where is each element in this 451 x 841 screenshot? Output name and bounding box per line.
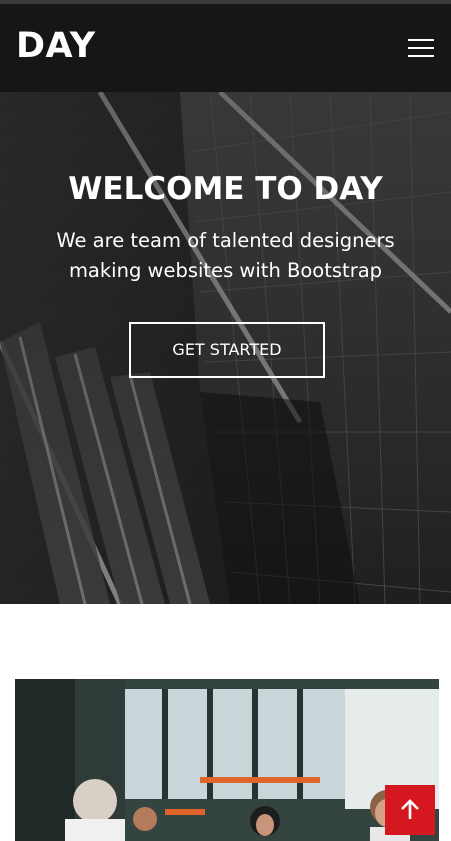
get-started-button[interactable]: GET STARTED	[129, 322, 325, 378]
site-header: DAY	[0, 4, 451, 92]
hero-title: WELCOME TO DAY	[68, 171, 383, 207]
back-to-top-button[interactable]	[385, 785, 435, 835]
about-team-image	[15, 679, 439, 841]
office-photo-illustration	[15, 679, 439, 841]
page: DAY WELCOME TO DAY We are team of talent…	[0, 0, 451, 841]
hero-section: WELCOME TO DAY We are team of talented d…	[0, 92, 451, 604]
hero-subtitle: We are team of talented designers making…	[56, 229, 395, 282]
hamburger-menu-icon[interactable]	[406, 35, 436, 61]
site-logo[interactable]: DAY	[16, 26, 96, 66]
arrow-up-icon	[401, 799, 419, 819]
